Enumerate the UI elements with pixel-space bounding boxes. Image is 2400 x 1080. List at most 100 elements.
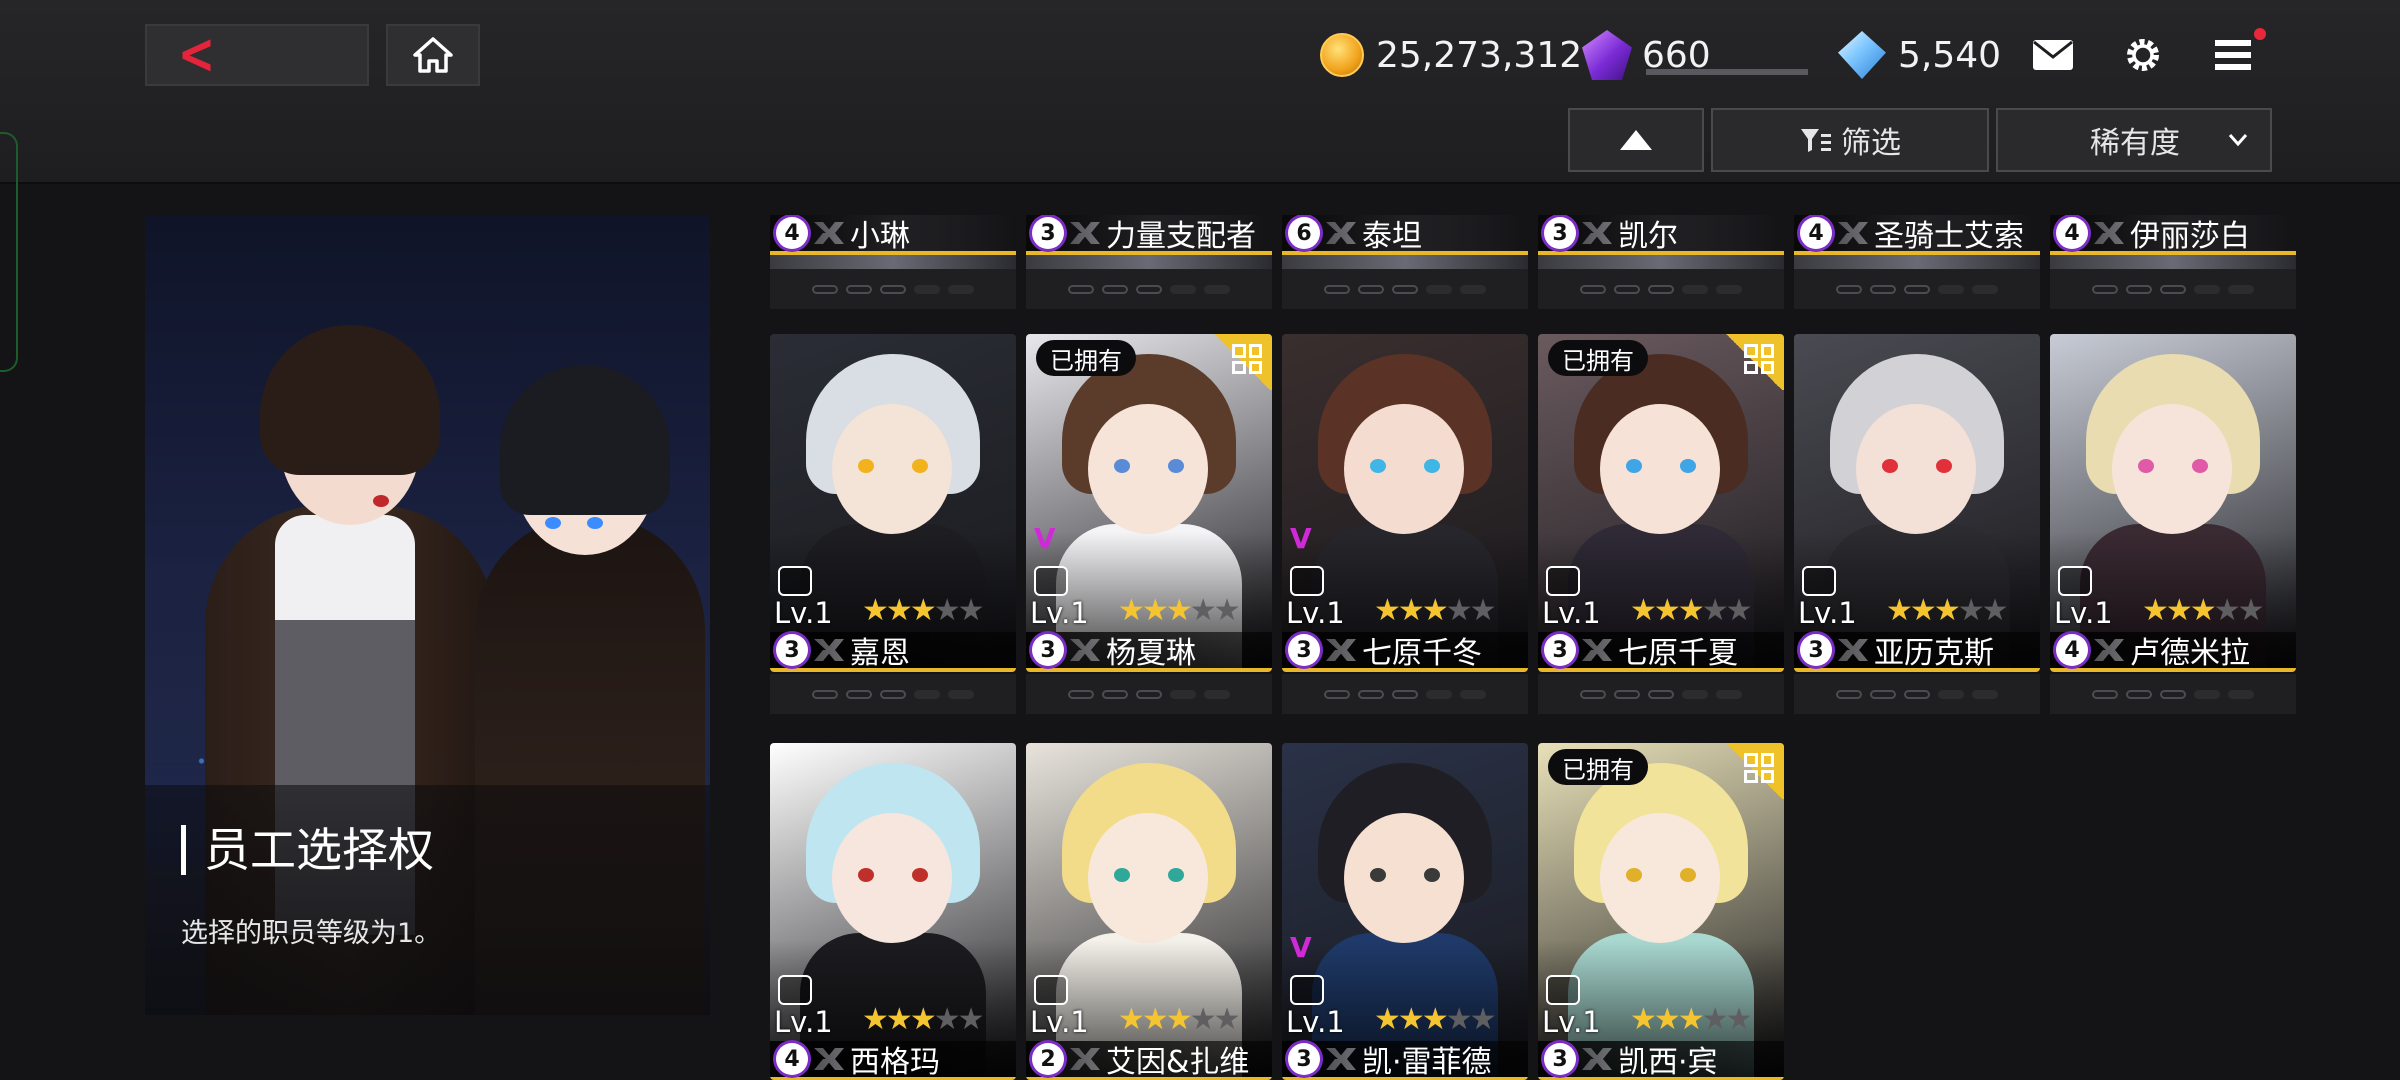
- character-card[interactable]: 已拥有 Lv.1 ★★★★★ 3 七原千夏: [1538, 334, 1784, 672]
- equipment-slot-strip: [2050, 269, 2296, 309]
- card-name-holder: 3 力量支配者: [1026, 215, 1272, 255]
- character-card-partial[interactable]: 3 力量支配者: [1026, 215, 1272, 269]
- character-card[interactable]: Lv.1 ★★★★★ 3 嘉恩: [770, 334, 1016, 672]
- star-icon: ★: [1909, 593, 1937, 628]
- star-icon: ★: [1725, 1002, 1753, 1037]
- character-card-partial[interactable]: 4 小琳: [770, 215, 1016, 269]
- rank-chevron-icon: [814, 222, 844, 244]
- class-type-icon: [778, 975, 812, 1005]
- equipment-slot: [1904, 689, 1930, 699]
- rank-badge: 3: [1032, 217, 1064, 249]
- card-name-holder: 4 伊丽莎白: [2050, 215, 2296, 255]
- equipment-slot: [2160, 689, 2186, 699]
- equipment-slot: [1460, 689, 1486, 699]
- character-name: 亚历克斯: [1874, 636, 1994, 671]
- art-eye: [1626, 459, 1642, 473]
- card-name-row: 3 凯西·宾: [1538, 1041, 1784, 1080]
- equipment-slot: [1102, 284, 1128, 294]
- star-icon: ★: [1118, 593, 1145, 628]
- art-face: [2112, 404, 2232, 534]
- card-name-row: 3 亚历克斯: [1794, 632, 2040, 672]
- star-icon: ★: [2189, 593, 2217, 628]
- menu-button[interactable]: [2208, 30, 2258, 80]
- star-rating: ★★★★★: [1886, 593, 2009, 628]
- rank-badge: 4: [776, 1043, 808, 1075]
- character-card-partial[interactable]: 3 凯尔: [1538, 215, 1784, 269]
- gem-counter[interactable]: 5,540: [1838, 24, 2001, 86]
- settings-button[interactable]: [2118, 30, 2168, 80]
- rank-badge: 2: [1032, 1043, 1064, 1075]
- equipment-slot-strip: [1282, 674, 1528, 714]
- filter-icon: [1801, 129, 1831, 152]
- star-icon: ★: [1701, 1002, 1729, 1037]
- side-drawer-tab[interactable]: [0, 132, 18, 372]
- star-icon: ★: [1886, 593, 1913, 628]
- equipment-slot: [1836, 284, 1862, 294]
- star-rating: ★★★★★: [1374, 1002, 1497, 1037]
- equipment-slot: [1614, 689, 1640, 699]
- character-card[interactable]: 已拥有 V Lv.1 ★★★★★ 3 杨夏琳: [1026, 334, 1272, 672]
- scroll-top-button[interactable]: [1568, 108, 1704, 172]
- card-name-holder: 6 泰坦: [1282, 215, 1528, 255]
- purple-crystal-icon: [1582, 30, 1632, 80]
- rank-chevron-icon: [1838, 639, 1868, 661]
- star-icon: ★: [1701, 593, 1729, 628]
- grid-view-icon: [1232, 344, 1262, 374]
- character-card[interactable]: V Lv.1 ★★★★★ 3 七原千冬: [1282, 334, 1528, 672]
- v-mark-icon: V: [1034, 522, 1056, 555]
- star-icon: ★: [1165, 593, 1193, 628]
- character-card-partial[interactable]: 6 泰坦: [1282, 215, 1528, 269]
- character-name: 嘉恩: [850, 636, 910, 671]
- character-card[interactable]: Lv.1 ★★★★★ 4 西格玛: [770, 743, 1016, 1080]
- sort-dropdown[interactable]: 稀有度: [1996, 108, 2272, 172]
- equipment-slot-strip: [2050, 674, 2296, 714]
- character-card-partial[interactable]: 4 圣骑士艾索: [1794, 215, 2040, 269]
- character-card[interactable]: Lv.1 ★★★★★ 4 卢德米拉: [2050, 334, 2296, 672]
- star-icon: ★: [909, 1002, 937, 1037]
- character-card[interactable]: Lv.1 ★★★★★ 2 艾因&扎维: [1026, 743, 1272, 1080]
- equipment-slot: [1392, 284, 1418, 294]
- equipment-slot: [1614, 284, 1640, 294]
- owned-badge: 已拥有: [1036, 340, 1136, 376]
- star-icon: ★: [1397, 593, 1425, 628]
- star-icon: ★: [1374, 1002, 1401, 1037]
- art-face: [1088, 813, 1208, 943]
- character-card[interactable]: V Lv.1 ★★★★★ 3 凯·雷菲德: [1282, 743, 1528, 1080]
- character-card[interactable]: Lv.1 ★★★★★ 3 亚历克斯: [1794, 334, 2040, 672]
- equipment-slot: [1102, 689, 1128, 699]
- grid-square: [1232, 344, 1246, 358]
- character-name: 七原千夏: [1618, 636, 1738, 671]
- character-card-partial[interactable]: 4 伊丽莎白: [2050, 215, 2296, 269]
- back-button[interactable]: <: [145, 24, 369, 86]
- rank-chevron-icon: [1326, 1048, 1356, 1070]
- character-name: 卢德米拉: [2130, 636, 2250, 671]
- rank-badge: 3: [1544, 1043, 1576, 1075]
- selection-preview-panel: 员工选择权 选择的职员等级为1。: [145, 215, 710, 1015]
- equipment-slot: [1392, 689, 1418, 699]
- star-icon: ★: [1445, 1002, 1473, 1037]
- gold-coin-icon: [1320, 33, 1364, 77]
- star-icon: ★: [1725, 593, 1753, 628]
- grid-square: [1760, 344, 1774, 358]
- illustration-eye: [373, 495, 389, 507]
- level-label: Lv.1: [2054, 596, 2113, 630]
- equipment-slot: [812, 284, 838, 294]
- equipment-slot: [1648, 284, 1674, 294]
- star-icon: ★: [1421, 1002, 1449, 1037]
- class-type-icon: [1802, 566, 1836, 596]
- art-face: [1088, 404, 1208, 534]
- mail-button[interactable]: [2028, 30, 2078, 80]
- star-icon: ★: [862, 1002, 889, 1037]
- star-rating: ★★★★★: [862, 1002, 985, 1037]
- rank-badge: 4: [776, 217, 808, 249]
- equipment-slot-strip: [1794, 269, 2040, 309]
- equipment-slot-strip: [770, 674, 1016, 714]
- rank-chevron-icon: [814, 1048, 844, 1070]
- character-card[interactable]: 已拥有 Lv.1 ★★★★★ 3 凯西·宾: [1538, 743, 1784, 1080]
- crystal-counter[interactable]: 660: [1582, 24, 1711, 86]
- grid-square: [1744, 344, 1758, 358]
- art-eye: [912, 459, 928, 473]
- home-button[interactable]: [386, 24, 480, 86]
- rank-badge: 3: [1288, 1043, 1320, 1075]
- filter-button[interactable]: 筛选: [1711, 108, 1989, 172]
